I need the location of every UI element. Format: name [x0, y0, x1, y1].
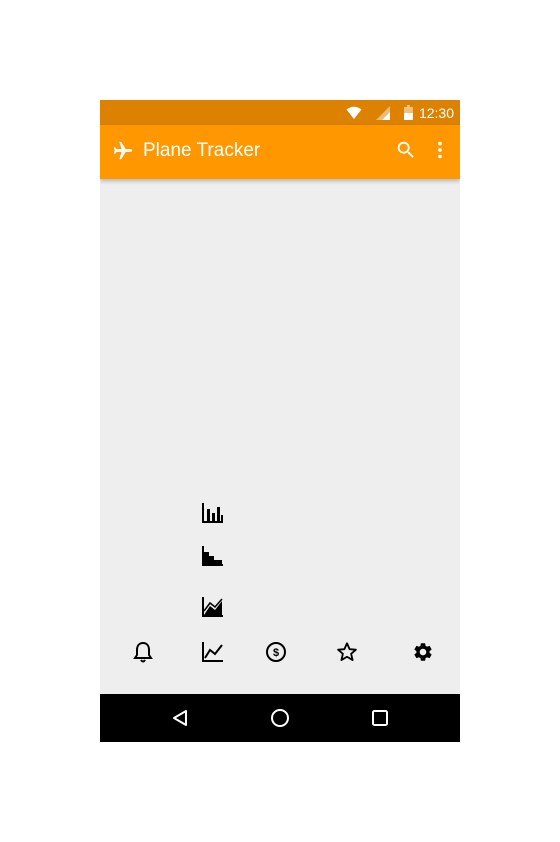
more-vert-icon[interactable] [428, 138, 452, 162]
wifi-icon [346, 106, 362, 120]
gear-icon[interactable] [411, 640, 435, 664]
phone-screen: 12:30 Plane Tracker $ [100, 100, 460, 742]
recents-icon[interactable] [368, 706, 392, 730]
bar-chart-icon[interactable] [201, 501, 225, 525]
battery-icon [403, 105, 413, 120]
status-bar: 12:30 [100, 100, 460, 125]
stepped-chart-icon[interactable] [201, 544, 225, 568]
app-bar: Plane Tracker [100, 125, 460, 179]
search-icon[interactable] [394, 138, 418, 162]
app-title: Plane Tracker [143, 140, 261, 161]
line-chart-icon[interactable] [201, 640, 225, 664]
home-icon[interactable] [268, 706, 292, 730]
area-chart-icon[interactable] [201, 595, 225, 619]
star-icon[interactable] [335, 640, 359, 664]
svg-text:$: $ [273, 647, 279, 659]
cell-signal-icon [375, 105, 390, 120]
back-icon[interactable] [168, 706, 192, 730]
airplane-icon [111, 139, 135, 163]
dollar-circle-icon[interactable]: $ [264, 640, 288, 664]
bottom-nav: $ [100, 632, 460, 672]
status-time: 12:30 [418, 104, 454, 121]
bell-icon[interactable] [131, 640, 155, 664]
status-icons: 12:30 [346, 100, 454, 125]
system-nav-bar [100, 694, 460, 742]
main-content [100, 179, 460, 694]
